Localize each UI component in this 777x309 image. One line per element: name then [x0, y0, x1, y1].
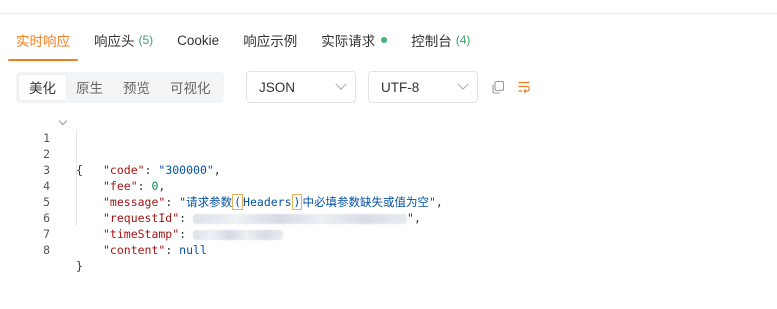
- code-line: 6 "timeStamp":: [0, 194, 284, 241]
- message-text: 中必填参数缺失或值为空": [302, 195, 436, 209]
- brace-open: {: [76, 163, 83, 177]
- json-key: "content": [103, 243, 166, 257]
- tab-label: 实际请求: [321, 34, 376, 49]
- response-tabs: 实时响应 响应头 (5) Cookie 响应示例 实际请求 控制台 (4): [8, 20, 494, 61]
- tab-console[interactable]: 控制台 (4): [411, 22, 470, 58]
- tab-label: 实时响应: [16, 34, 70, 49]
- code-viewer[interactable]: 1 { 2 "code": "300000", 3 "fee": 0, 4 "m…: [0, 114, 443, 273]
- format-select[interactable]: JSON: [246, 71, 356, 103]
- code-line: 4 "message": "请求参数(Headers) 中必填参数缺失或值为空",: [0, 162, 443, 210]
- view-mode-raw[interactable]: 原生: [66, 75, 113, 100]
- redacted-value: [193, 229, 284, 240]
- json-key: "code": [103, 163, 145, 177]
- tab-response-headers[interactable]: 响应头 (5): [94, 22, 153, 58]
- tab-actual-request[interactable]: 实际请求: [321, 22, 388, 58]
- view-mode-beautify[interactable]: 美化: [19, 74, 66, 100]
- chevron-down-icon: [457, 78, 469, 90]
- code-line: 2 "code": "300000",: [0, 130, 221, 177]
- code-line: 7 "content": null: [0, 210, 207, 257]
- code-entry: "timeStamp":: [103, 226, 284, 242]
- json-key: "message": [103, 195, 166, 209]
- line-number: 3: [43, 163, 50, 177]
- charset-select-value: UTF-8: [381, 79, 420, 95]
- json-value: null: [179, 243, 207, 257]
- message-text: Headers: [243, 195, 292, 209]
- line-number: 5: [43, 195, 50, 209]
- code-line: 5 "requestId": ",: [0, 178, 421, 225]
- line-number: 1: [43, 131, 50, 145]
- line-number: 6: [43, 211, 50, 225]
- status-dot: [381, 37, 388, 43]
- json-key: "timeStamp": [103, 227, 180, 241]
- code-line: 1 {: [0, 114, 83, 177]
- view-mode-preview[interactable]: 预览: [113, 75, 160, 100]
- tab-label: 响应头: [94, 34, 135, 49]
- brace-close: }: [76, 259, 83, 273]
- tab-count: (5): [138, 33, 154, 47]
- tab-cookie[interactable]: Cookie: [177, 22, 219, 58]
- view-mode-switch: 美化 原生 预览 可视化: [16, 71, 224, 103]
- tab-response-example[interactable]: 响应示例: [243, 22, 297, 58]
- line-number: 4: [43, 179, 50, 193]
- code-entry: "content": null: [103, 243, 207, 257]
- tab-realtime-response[interactable]: 实时响应: [8, 22, 78, 61]
- redacted-value: [193, 213, 408, 224]
- code-entry: "message": "请求参数(Headers) 中必填参数缺失或值为空",: [103, 194, 443, 210]
- chevron-down-icon: [335, 78, 347, 90]
- view-mode-visualize[interactable]: 可视化: [160, 75, 221, 100]
- json-value: "请求参数(Headers) 中必填参数缺失或值为空": [179, 194, 436, 210]
- code-line: 3 "fee": 0,: [0, 146, 165, 193]
- line-number: 7: [43, 227, 50, 241]
- copy-icon[interactable]: [490, 79, 506, 95]
- tab-label: Cookie: [177, 32, 220, 48]
- line-number: 8: [43, 243, 50, 257]
- json-key: "fee": [103, 179, 138, 193]
- format-select-value: JSON: [259, 79, 296, 95]
- bracket-highlight: ): [291, 194, 303, 210]
- message-text: "请求参数: [179, 195, 233, 209]
- code-entry: "fee": 0,: [103, 179, 166, 193]
- code-entry: "code": "300000",: [103, 163, 221, 177]
- format-icon[interactable]: [516, 79, 532, 95]
- code-entry: "requestId": ",: [103, 211, 421, 225]
- json-key: "requestId": [103, 211, 180, 225]
- chevron-down-icon[interactable]: [58, 116, 68, 126]
- tab-label: 控制台: [411, 34, 452, 49]
- tab-label: 响应示例: [243, 34, 298, 49]
- top-divider: [0, 0, 777, 14]
- json-value: "300000": [158, 163, 214, 177]
- line-number: 2: [43, 147, 50, 161]
- indent-guide: [76, 130, 77, 226]
- tab-count: (4): [455, 33, 471, 47]
- bracket-highlight: (: [232, 194, 244, 210]
- code-line: 8 }: [0, 226, 83, 273]
- charset-select[interactable]: UTF-8: [368, 71, 478, 103]
- json-value: 0: [151, 179, 159, 193]
- view-toolbar: 美化 原生 预览 可视化: [16, 71, 224, 103]
